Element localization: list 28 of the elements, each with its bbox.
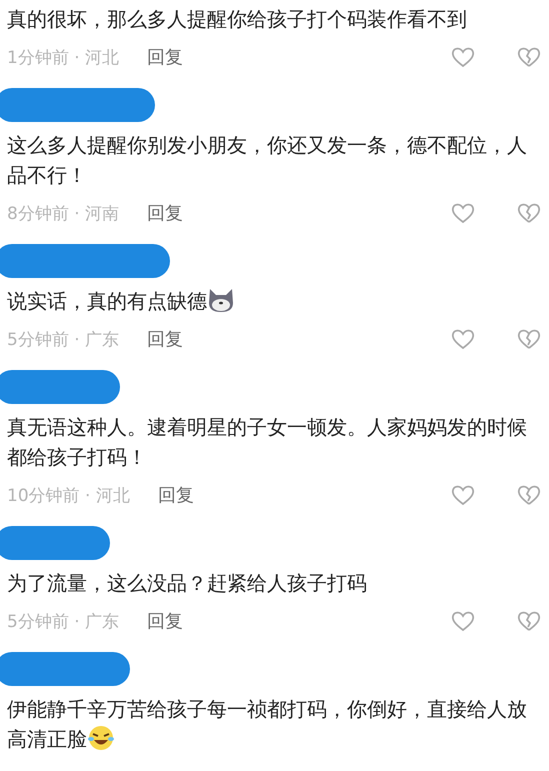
broken-heart-icon[interactable]	[517, 328, 541, 350]
comment-meta: 10分钟前 · 河北	[7, 484, 130, 506]
reply-button[interactable]: 回复	[147, 609, 184, 633]
like-heart-icon[interactable]	[451, 46, 475, 68]
reply-button[interactable]: 回复	[147, 201, 184, 225]
laughing-emoji-icon	[87, 725, 115, 751]
dog-emoji-icon	[207, 287, 235, 313]
comment-meta: 1分钟前 · 河北	[7, 46, 120, 68]
broken-heart-icon[interactable]	[517, 484, 541, 506]
like-heart-icon[interactable]	[451, 202, 475, 224]
broken-heart-icon[interactable]	[517, 46, 541, 68]
reply-button[interactable]: 回复	[147, 45, 184, 69]
comment-meta: 5分钟前 · 广东	[7, 328, 120, 350]
comment-text: 真的很坏，那么多人提醒你给孩子打个码装作看不到	[7, 6, 468, 33]
comment-text: 为了流量，这么没品？赶紧给人孩子打码	[7, 570, 368, 597]
like-heart-icon[interactable]	[451, 484, 475, 506]
broken-heart-icon[interactable]	[517, 202, 541, 224]
reply-button[interactable]: 回复	[158, 483, 194, 507]
like-heart-icon[interactable]	[451, 610, 475, 632]
reply-button[interactable]: 回复	[147, 327, 184, 351]
comment-meta: 5分钟前 · 广东	[7, 610, 120, 632]
comment-meta: 8分钟前 · 河南	[7, 202, 120, 224]
broken-heart-icon[interactable]	[517, 610, 541, 632]
comment-text: 这么多人提醒你别发小朋友，你还又发一条，德不配位，人品不行！	[7, 132, 528, 189]
comment-text: 说实话，真的有点缺德	[7, 286, 541, 316]
like-heart-icon[interactable]	[451, 328, 475, 350]
comment-text: 真无语这种人。逮着明星的子女一顿发。人家妈妈发的时候都给孩子打码！	[7, 414, 528, 471]
comment-text: 伊能静千辛万苦给孩子每一祯都打码，你倒好，直接给人放高清正脸	[7, 696, 528, 753]
